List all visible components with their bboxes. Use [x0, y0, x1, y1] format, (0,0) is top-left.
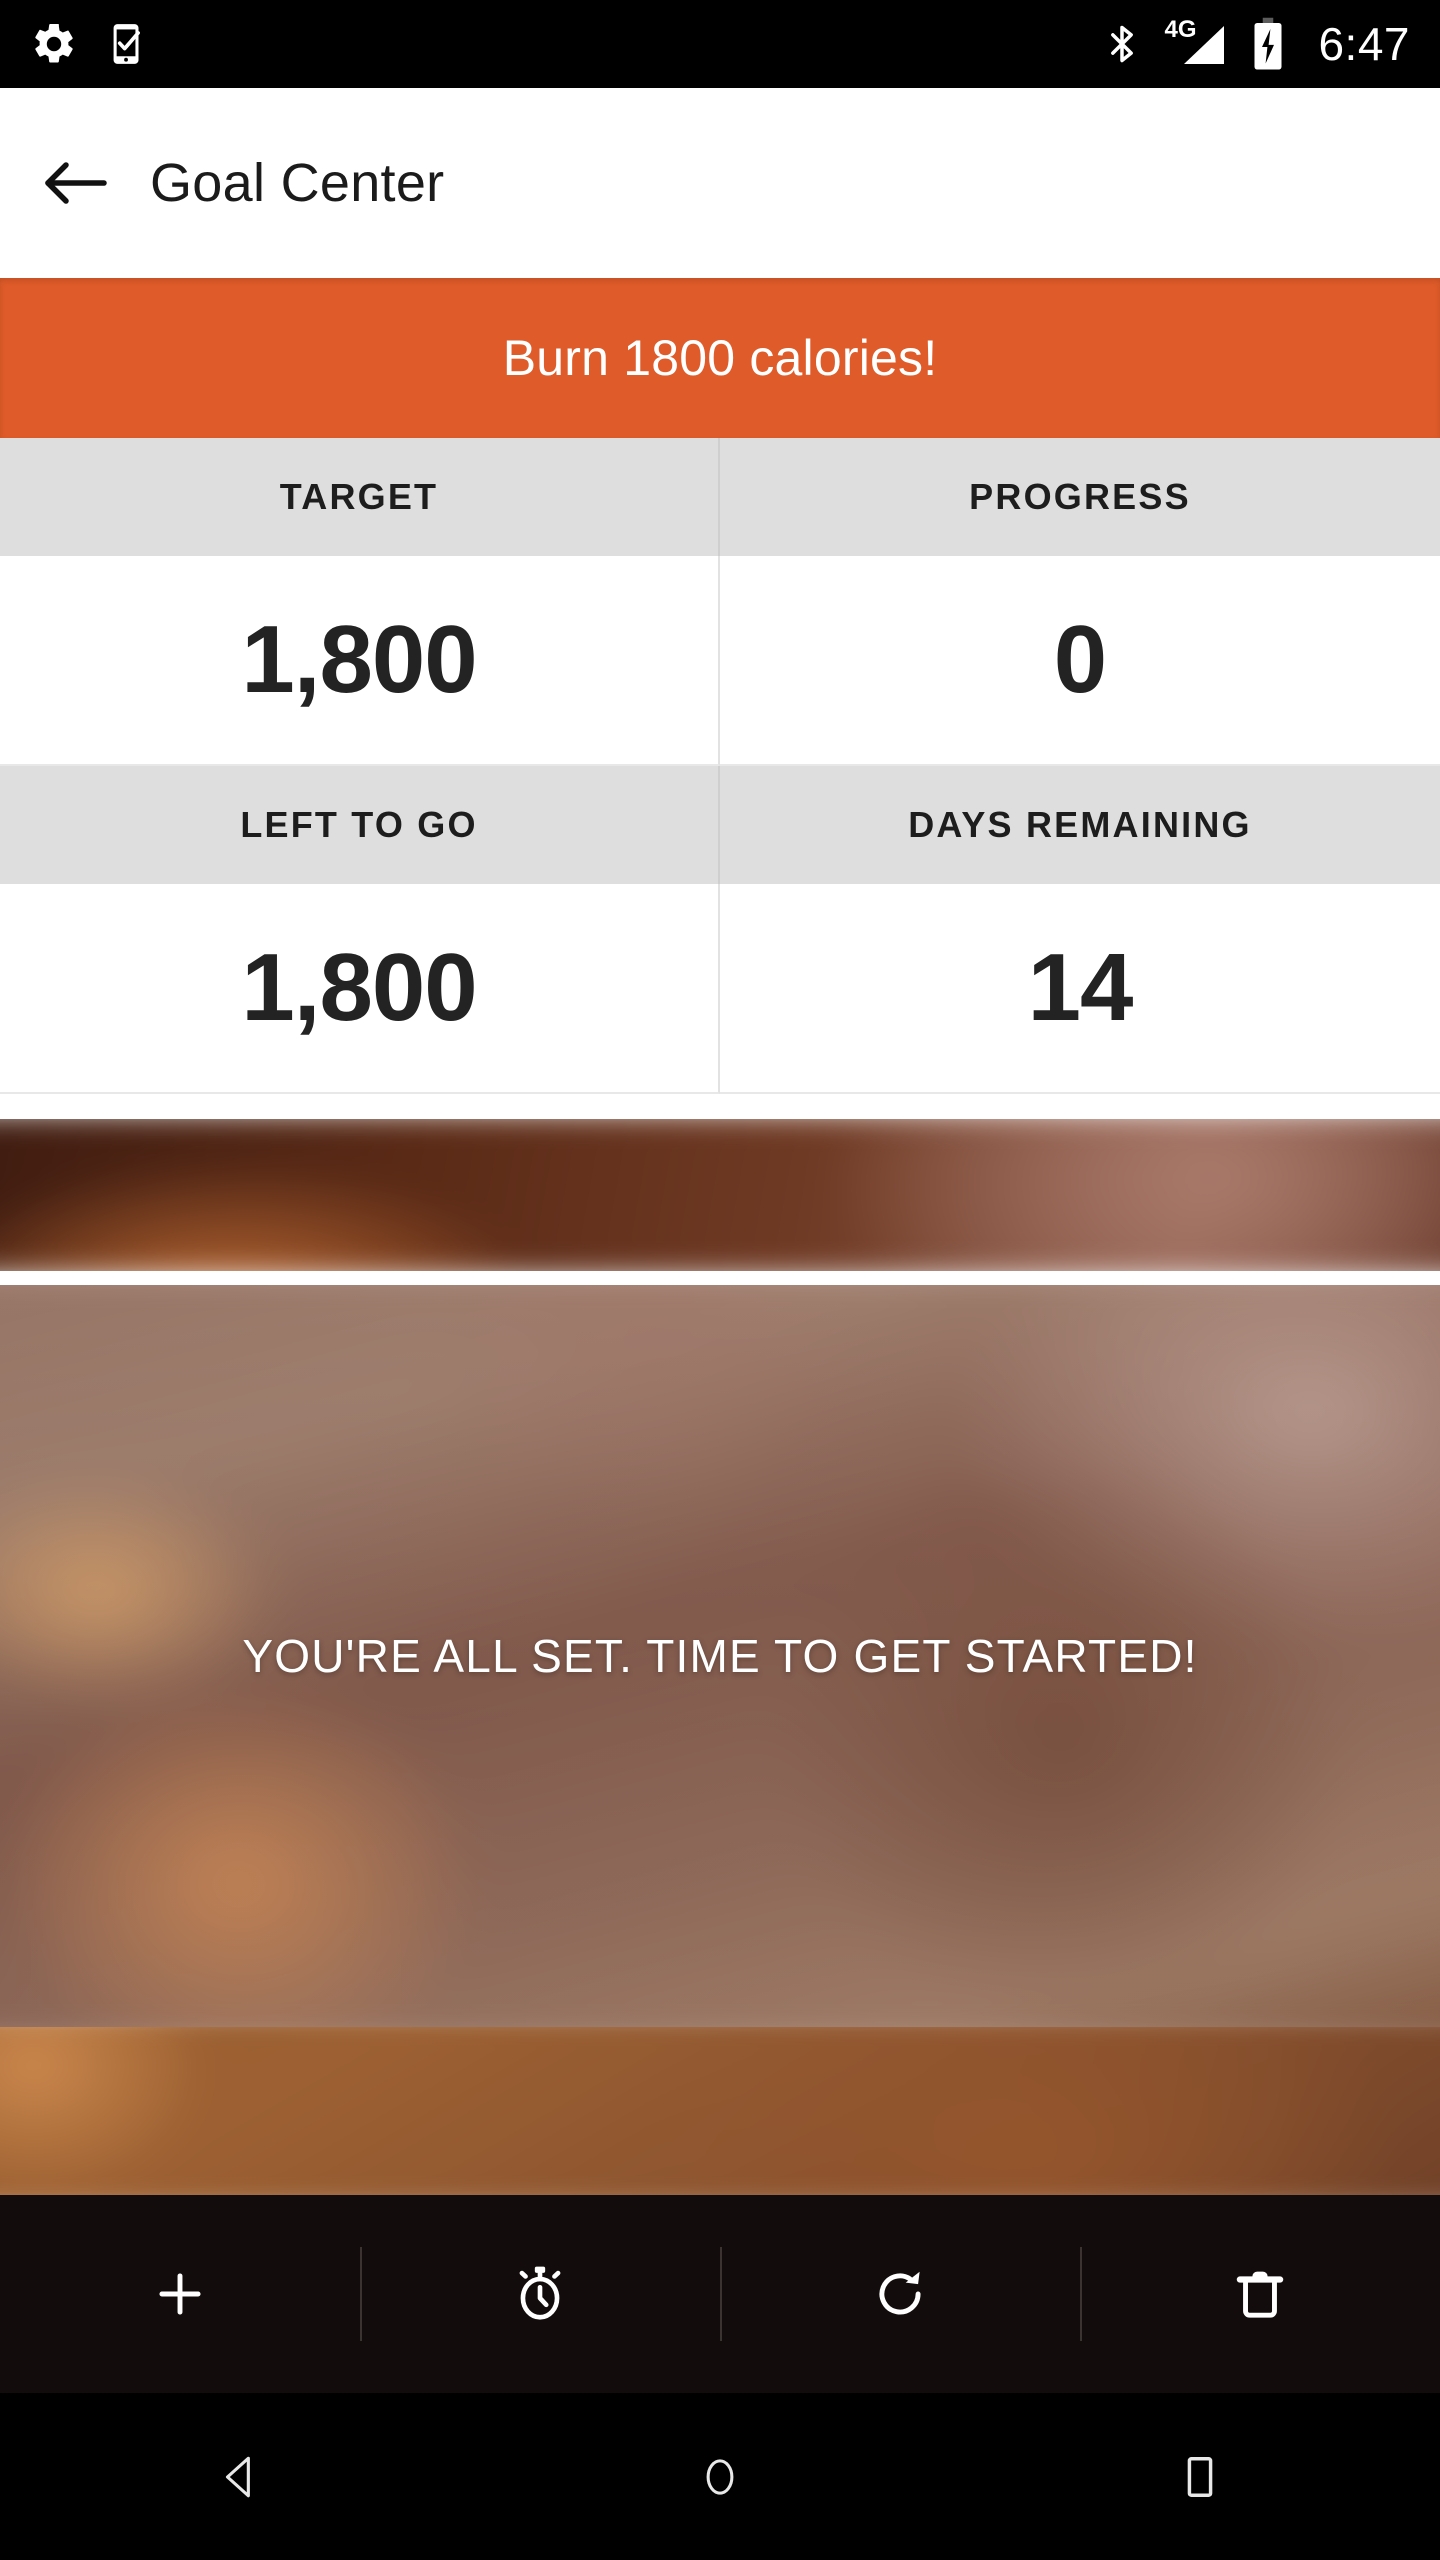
- phone-checkmark-icon: [104, 21, 150, 67]
- trash-icon: [1229, 2263, 1291, 2325]
- photo-strip-bottom-image: [0, 2027, 1440, 2195]
- stats-value-row: 1,800 0: [0, 556, 1440, 766]
- stat-value-left-to-go: 1,800: [0, 884, 720, 1094]
- goal-banner: Burn 1800 calories!: [0, 278, 1440, 438]
- android-recents-button[interactable]: [960, 2393, 1440, 2560]
- photo-strip-top: [0, 1119, 1440, 1271]
- photo-strip-bottom: [0, 2027, 1440, 2195]
- status-bar-clock: 6:47: [1318, 18, 1410, 70]
- stat-value-target: 1,800: [0, 556, 720, 766]
- status-bar-left-icons: [30, 20, 150, 68]
- photo-divider: [0, 1271, 1440, 1285]
- stat-label-left-to-go: LEFT TO GO: [0, 766, 720, 884]
- nav-home-icon: [697, 2452, 743, 2502]
- goal-banner-text: Burn 1800 calories!: [502, 330, 938, 386]
- phone-screen: 4G 6:47 Goal Center Burn 1800 calories! …: [0, 0, 1440, 2560]
- app-bar: Goal Center: [0, 88, 1440, 278]
- stat-value-days-remaining: 14: [720, 884, 1440, 1094]
- battery-charging-icon: [1250, 17, 1286, 71]
- plus-icon: [149, 2263, 211, 2325]
- stat-label-progress: PROGRESS: [720, 438, 1440, 556]
- photo-overlay-message: YOU'RE ALL SET. TIME TO GET STARTED!: [242, 1630, 1198, 1682]
- stats-label-row: LEFT TO GO DAYS REMAINING: [0, 766, 1440, 884]
- photo-strip-top-image: [0, 1119, 1440, 1271]
- stopwatch-icon: [509, 2263, 571, 2325]
- delete-button[interactable]: [1080, 2195, 1440, 2393]
- nav-recents-icon: [1180, 2452, 1220, 2502]
- stats-value-row: 1,800 14: [0, 884, 1440, 1094]
- photo-hero[interactable]: YOU'RE ALL SET. TIME TO GET STARTED!: [0, 1285, 1440, 2027]
- status-bar-right-icons: 4G 6:47: [1100, 16, 1410, 71]
- signal-4g-icon: 4G: [1164, 16, 1228, 70]
- android-navigation-bar: [0, 2393, 1440, 2560]
- stat-label-days-remaining: DAYS REMAINING: [720, 766, 1440, 884]
- refresh-icon: [869, 2263, 931, 2325]
- android-home-button[interactable]: [480, 2393, 960, 2560]
- nav-back-icon: [215, 2452, 265, 2502]
- goal-stats-grid: TARGET PROGRESS 1,800 0 LEFT TO GO DAYS …: [0, 438, 1440, 1094]
- bluetooth-icon: [1100, 19, 1144, 69]
- back-button[interactable]: [0, 88, 150, 278]
- settings-gear-icon: [30, 20, 78, 68]
- stats-label-row: TARGET PROGRESS: [0, 438, 1440, 556]
- android-back-button[interactable]: [0, 2393, 480, 2560]
- photo-section: YOU'RE ALL SET. TIME TO GET STARTED!: [0, 1119, 1440, 2195]
- add-entry-button[interactable]: [0, 2195, 360, 2393]
- reset-button[interactable]: [720, 2195, 1080, 2393]
- status-bar: 4G 6:47: [0, 0, 1440, 88]
- timer-button[interactable]: [360, 2195, 720, 2393]
- stat-value-progress: 0: [720, 556, 1440, 766]
- page-title: Goal Center: [150, 153, 445, 213]
- bottom-toolbar: [0, 2195, 1440, 2393]
- back-arrow-icon: [38, 155, 112, 211]
- stat-label-target: TARGET: [0, 438, 720, 556]
